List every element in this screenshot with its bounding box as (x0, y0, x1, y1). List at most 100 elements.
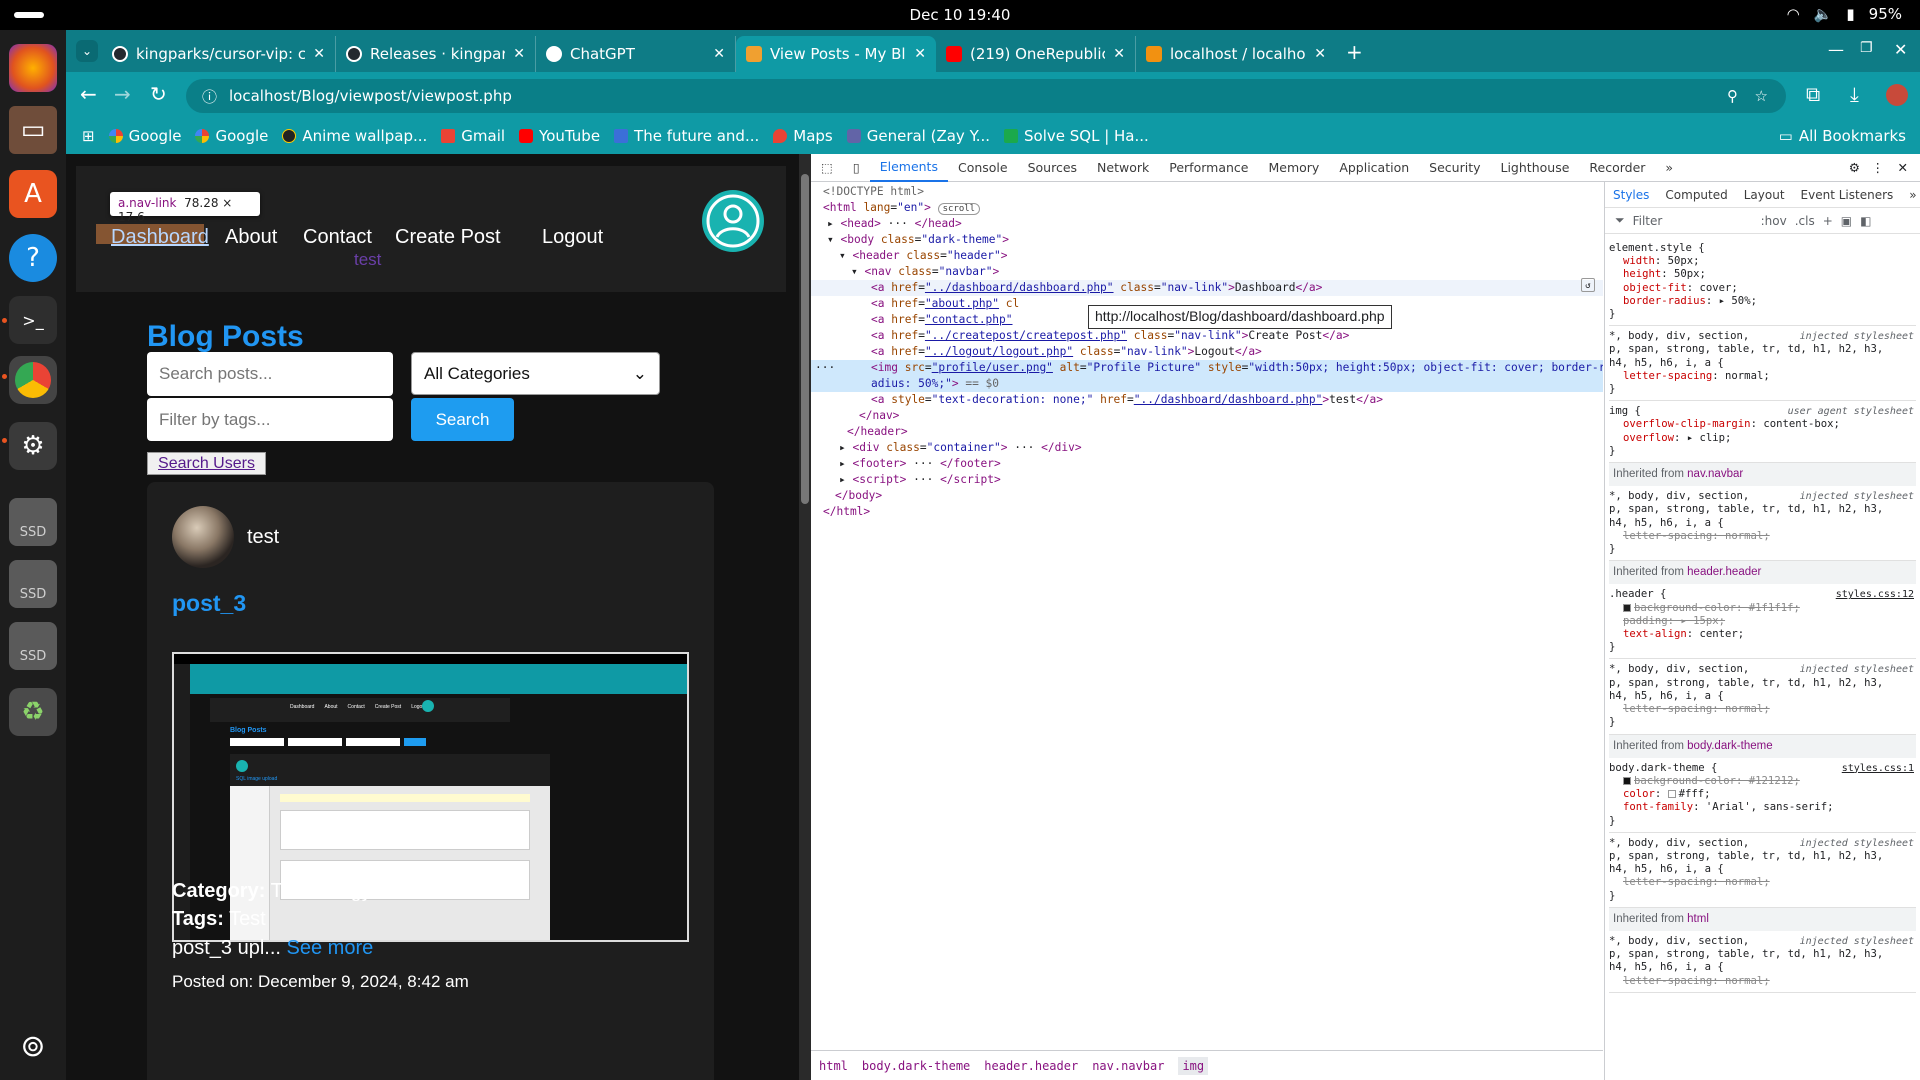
tab-search-icon[interactable]: ⌄ (76, 40, 98, 62)
device-toolbar-icon[interactable]: ▯ (843, 160, 870, 175)
dom-line[interactable]: <a href="../dashboard/dashboard.php" cla… (811, 280, 1603, 296)
post-title[interactable]: post_3 (172, 590, 246, 617)
tab-lighthouse[interactable]: Lighthouse (1491, 160, 1580, 175)
breadcrumb-item[interactable]: header.header (984, 1059, 1078, 1073)
close-icon[interactable]: ✕ (313, 46, 325, 62)
bookmark[interactable]: YouTube (519, 127, 600, 145)
styles-filter-input[interactable]: Filter (1633, 214, 1753, 228)
tab-computed[interactable]: Computed (1657, 188, 1735, 202)
download-icon[interactable]: ⤓ (1850, 82, 1859, 106)
dom-line[interactable]: <a href="../logout/logout.php" class="na… (811, 344, 1603, 360)
css-rule[interactable]: styles.css:12 .header {background-color: … (1609, 584, 1916, 660)
dom-line[interactable]: </body> (811, 488, 1603, 504)
more-tabs-icon[interactable]: » (1901, 188, 1920, 202)
nav-logout[interactable]: Logout (542, 226, 603, 249)
css-rule[interactable]: element.style {width: 50px; height: 50px;… (1609, 238, 1916, 327)
css-rule[interactable]: injected stylesheet *, body, div, section… (1609, 659, 1916, 735)
nav-about[interactable]: About (225, 226, 277, 249)
dom-line[interactable]: <!DOCTYPE html> (811, 184, 1603, 200)
back-icon[interactable]: ← (80, 82, 97, 106)
zoom-icon[interactable]: ⚲ (1727, 87, 1738, 105)
breadcrumb-item-selected[interactable]: img (1178, 1056, 1209, 1075)
wrap-icon[interactable]: ↺ (1581, 278, 1595, 292)
site-info-icon[interactable]: ⓘ (202, 86, 217, 107)
system-clock[interactable]: Dec 10 19:40 (0, 6, 1920, 24)
search-button[interactable]: Search (411, 398, 514, 441)
ssd-drive-icon[interactable]: SSD (9, 560, 57, 608)
close-devtools-icon[interactable]: ✕ (1898, 160, 1908, 175)
nav-create-post[interactable]: Create Post (395, 226, 501, 249)
devtools-menu-icon[interactable]: ⋮ (1872, 160, 1885, 175)
dom-line[interactable]: ▸ <div class="container"> ··· </div> (811, 440, 1603, 456)
tab[interactable]: Releases · kingparks/curs ✕ (336, 36, 536, 72)
test-link[interactable]: test (354, 250, 381, 270)
dom-line[interactable]: ▾ <body class="dark-theme"> (811, 232, 1603, 248)
chrome-icon[interactable] (9, 356, 57, 404)
add-rule-icon[interactable]: + (1823, 214, 1833, 228)
new-tab-icon[interactable]: + (1346, 40, 1363, 64)
hov-toggle[interactable]: :hov (1761, 214, 1787, 228)
help-icon[interactable]: ? (9, 234, 57, 282)
close-icon[interactable]: ✕ (513, 46, 525, 62)
settings-icon[interactable]: ⚙ (9, 422, 57, 470)
close-icon[interactable]: ✕ (713, 46, 725, 62)
address-bar[interactable]: ⓘ localhost/Blog/viewpost/viewpost.php ⚲… (186, 79, 1786, 113)
bookmark[interactable]: Google (195, 127, 268, 145)
dom-line-selected[interactable]: adius: 50%;"> == $0 (811, 376, 1603, 392)
css-rule[interactable]: user agent stylesheet img {overflow-clip-… (1609, 401, 1916, 464)
dom-line[interactable]: ▾ <header class="header"> (811, 248, 1603, 264)
tab[interactable]: kingparks/cursor-vip: cur ✕ (102, 36, 336, 72)
dom-line[interactable]: <a style="text-decoration: none;" href="… (811, 392, 1603, 408)
css-rule[interactable]: styles.css:1 body.dark-theme {background-… (1609, 758, 1916, 833)
bookmark[interactable]: Maps (773, 127, 833, 145)
dom-line[interactable]: <a href="../createpost/createpost.php" c… (811, 328, 1603, 344)
paint-icon[interactable]: ▣ (1841, 214, 1852, 228)
css-rule[interactable]: injected stylesheet *, body, div, section… (1609, 486, 1916, 562)
dom-line[interactable]: </nav> (811, 408, 1603, 424)
dom-line[interactable]: ▸ <footer> ··· </footer> (811, 456, 1603, 472)
scrollbar-thumb[interactable] (801, 174, 809, 504)
sidebar-toggle-icon[interactable]: ◧ (1860, 214, 1871, 228)
apps-grid-icon[interactable]: ⊞ (82, 127, 95, 145)
dom-line[interactable]: ▸ <script> ··· </script> (811, 472, 1603, 488)
nav-dashboard[interactable]: Dashboard (111, 226, 209, 249)
settings-gear-icon[interactable]: ⚙ (1849, 160, 1860, 175)
all-bookmarks[interactable]: ▭ All Bookmarks (1779, 127, 1906, 145)
nav-contact[interactable]: Contact (303, 226, 372, 249)
files-icon[interactable]: ▭ (9, 106, 57, 154)
trash-icon[interactable]: ♻ (9, 688, 57, 736)
minimize-icon[interactable]: — (1828, 40, 1844, 59)
close-icon[interactable]: ✕ (1314, 46, 1326, 62)
dom-line[interactable]: ▸ <head> ··· </head> (811, 216, 1603, 232)
restore-icon[interactable]: ❐ (1860, 40, 1873, 56)
tab-memory[interactable]: Memory (1258, 160, 1329, 175)
bookmark[interactable]: Solve SQL | Ha... (1004, 127, 1149, 145)
cls-toggle[interactable]: .cls (1795, 214, 1815, 228)
bookmark[interactable]: Gmail (441, 127, 505, 145)
dom-line-selected[interactable]: ··· <img src="profile/user.png" alt="Prof… (811, 360, 1603, 376)
reload-icon[interactable]: ↻ (150, 82, 167, 106)
bookmark[interactable]: General (Zay Y... (846, 127, 990, 145)
profile-avatar[interactable] (1886, 84, 1908, 106)
search-users-button[interactable]: Search Users (147, 452, 266, 475)
tab-recorder[interactable]: Recorder (1579, 160, 1655, 175)
tags-input[interactable]: Filter by tags... (147, 398, 393, 441)
search-input[interactable]: Search posts... (147, 352, 393, 396)
tab-elements[interactable]: Elements (869, 154, 948, 182)
tab-performance[interactable]: Performance (1159, 160, 1258, 175)
app-center-icon[interactable]: A (9, 170, 57, 218)
tab-event-listeners[interactable]: Event Listeners (1793, 188, 1902, 202)
extensions-icon[interactable]: ⧉ (1806, 82, 1820, 106)
tab-sources[interactable]: Sources (1018, 160, 1087, 175)
inspect-element-icon[interactable]: ⬚ (811, 160, 843, 175)
show-apps-icon[interactable]: ⊚ (9, 1022, 57, 1070)
close-icon[interactable]: ✕ (914, 46, 926, 62)
system-tray[interactable]: ◠ 🔈 ▮ 95% (1787, 5, 1902, 23)
tab-application[interactable]: Application (1329, 160, 1419, 175)
tab[interactable]: localhost / localhost / my ✕ (1136, 36, 1336, 72)
css-rule[interactable]: injected stylesheet *, body, div, section… (1609, 326, 1916, 402)
bookmark[interactable]: Anime wallpap... (282, 127, 427, 145)
see-more-link[interactable]: See more (287, 937, 374, 959)
tab-active[interactable]: View Posts - My Blog ✕ (736, 36, 936, 72)
terminal-icon[interactable]: >_ (9, 296, 57, 344)
